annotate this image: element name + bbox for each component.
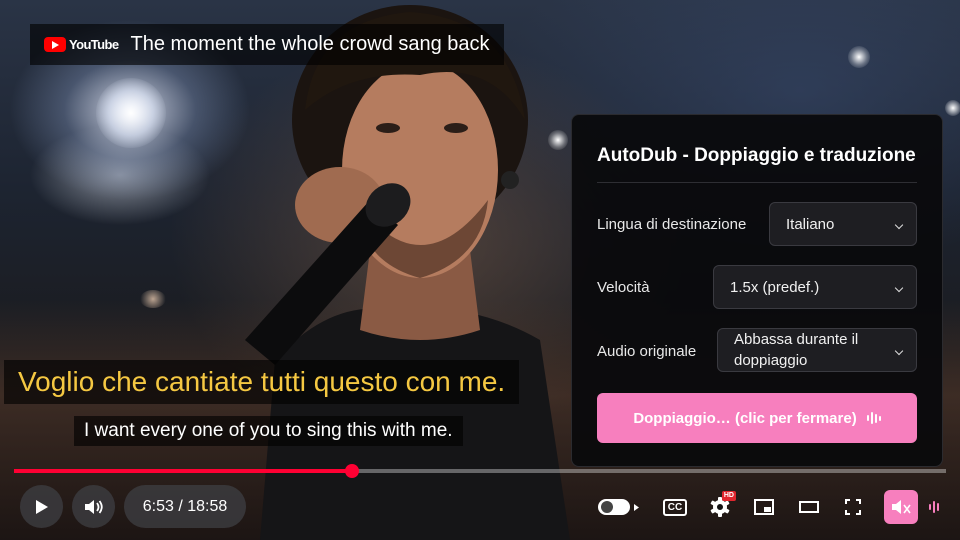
speed-label: Velocità — [597, 279, 650, 296]
progress-scrubber[interactable] — [344, 464, 359, 478]
toggle-switch-icon — [597, 499, 630, 515]
panel-divider — [597, 182, 917, 183]
youtube-wordmark: YouTube — [69, 37, 119, 52]
audio-bars-icon — [866, 411, 881, 425]
speed-value: 1.5x (predef.) — [730, 278, 820, 296]
chevron-down-icon — [894, 346, 904, 356]
video-title-bar: YouTube The moment the whole crowd sang … — [30, 24, 504, 65]
miniplayer-button[interactable] — [747, 490, 781, 524]
target-language-label: Lingua di destinazione — [597, 216, 747, 233]
audio-bars-icon — [929, 500, 939, 514]
play-button[interactable] — [20, 485, 63, 528]
time-text: 6:53 / 18:58 — [142, 497, 228, 515]
miniplayer-icon — [754, 499, 774, 515]
captions-icon: CC — [662, 498, 688, 516]
dubbing-stop-button[interactable]: Doppiaggio… (clic per fermare) — [597, 393, 917, 443]
autoplay-toggle[interactable] — [596, 490, 640, 524]
play-icon — [35, 499, 48, 514]
hd-badge: HD — [721, 491, 736, 501]
chevron-down-icon — [894, 283, 904, 293]
stage-light — [848, 46, 870, 68]
target-language-value: Italiano — [786, 215, 835, 233]
theater-mode-button[interactable] — [792, 490, 826, 524]
original-audio-label: Audio originale — [597, 343, 697, 360]
progress-played — [14, 469, 352, 473]
speed-select[interactable]: 1.5x (predef.) — [713, 265, 917, 309]
stage-light — [945, 100, 960, 116]
theater-icon — [799, 501, 819, 513]
singer-figure — [245, 5, 570, 540]
original-audio-value: Abbassa durante il doppiaggio — [734, 331, 859, 369]
fullscreen-icon — [845, 499, 861, 515]
dubbing-activity-indicator — [922, 490, 946, 524]
progress-bar[interactable] — [14, 464, 946, 478]
original-subtitle: I want every one of you to sing this wit… — [74, 416, 463, 446]
dubbing-button-label: Doppiaggio… (clic per fermare) — [633, 409, 857, 427]
chevron-right-icon — [633, 503, 639, 511]
chevron-down-icon — [894, 220, 904, 230]
target-language-select[interactable]: Italiano — [769, 202, 917, 246]
panel-title: AutoDub - Doppiaggio e traduzione — [597, 145, 916, 166]
translated-subtitle: Voglio che cantiate tutti questo con me. — [4, 360, 520, 404]
volume-icon — [84, 499, 103, 514]
autodub-panel: AutoDub - Doppiaggio e traduzione Lingua… — [571, 114, 943, 467]
autodub-icon — [892, 500, 911, 514]
captions-button[interactable]: CC — [658, 490, 692, 524]
time-display: 6:53 / 18:58 — [124, 485, 246, 528]
original-audio-select[interactable]: Abbassa durante il doppiaggio — [717, 328, 917, 372]
settings-button[interactable]: HD — [703, 490, 737, 524]
stage-light — [96, 78, 166, 148]
video-title[interactable]: The moment the whole crowd sang back — [130, 33, 489, 56]
youtube-play-logo-icon — [44, 37, 66, 52]
volume-button[interactable] — [72, 485, 115, 528]
autodub-toggle-button[interactable] — [884, 490, 918, 524]
youtube-logo[interactable]: YouTube — [44, 37, 119, 52]
fullscreen-button[interactable] — [836, 490, 870, 524]
